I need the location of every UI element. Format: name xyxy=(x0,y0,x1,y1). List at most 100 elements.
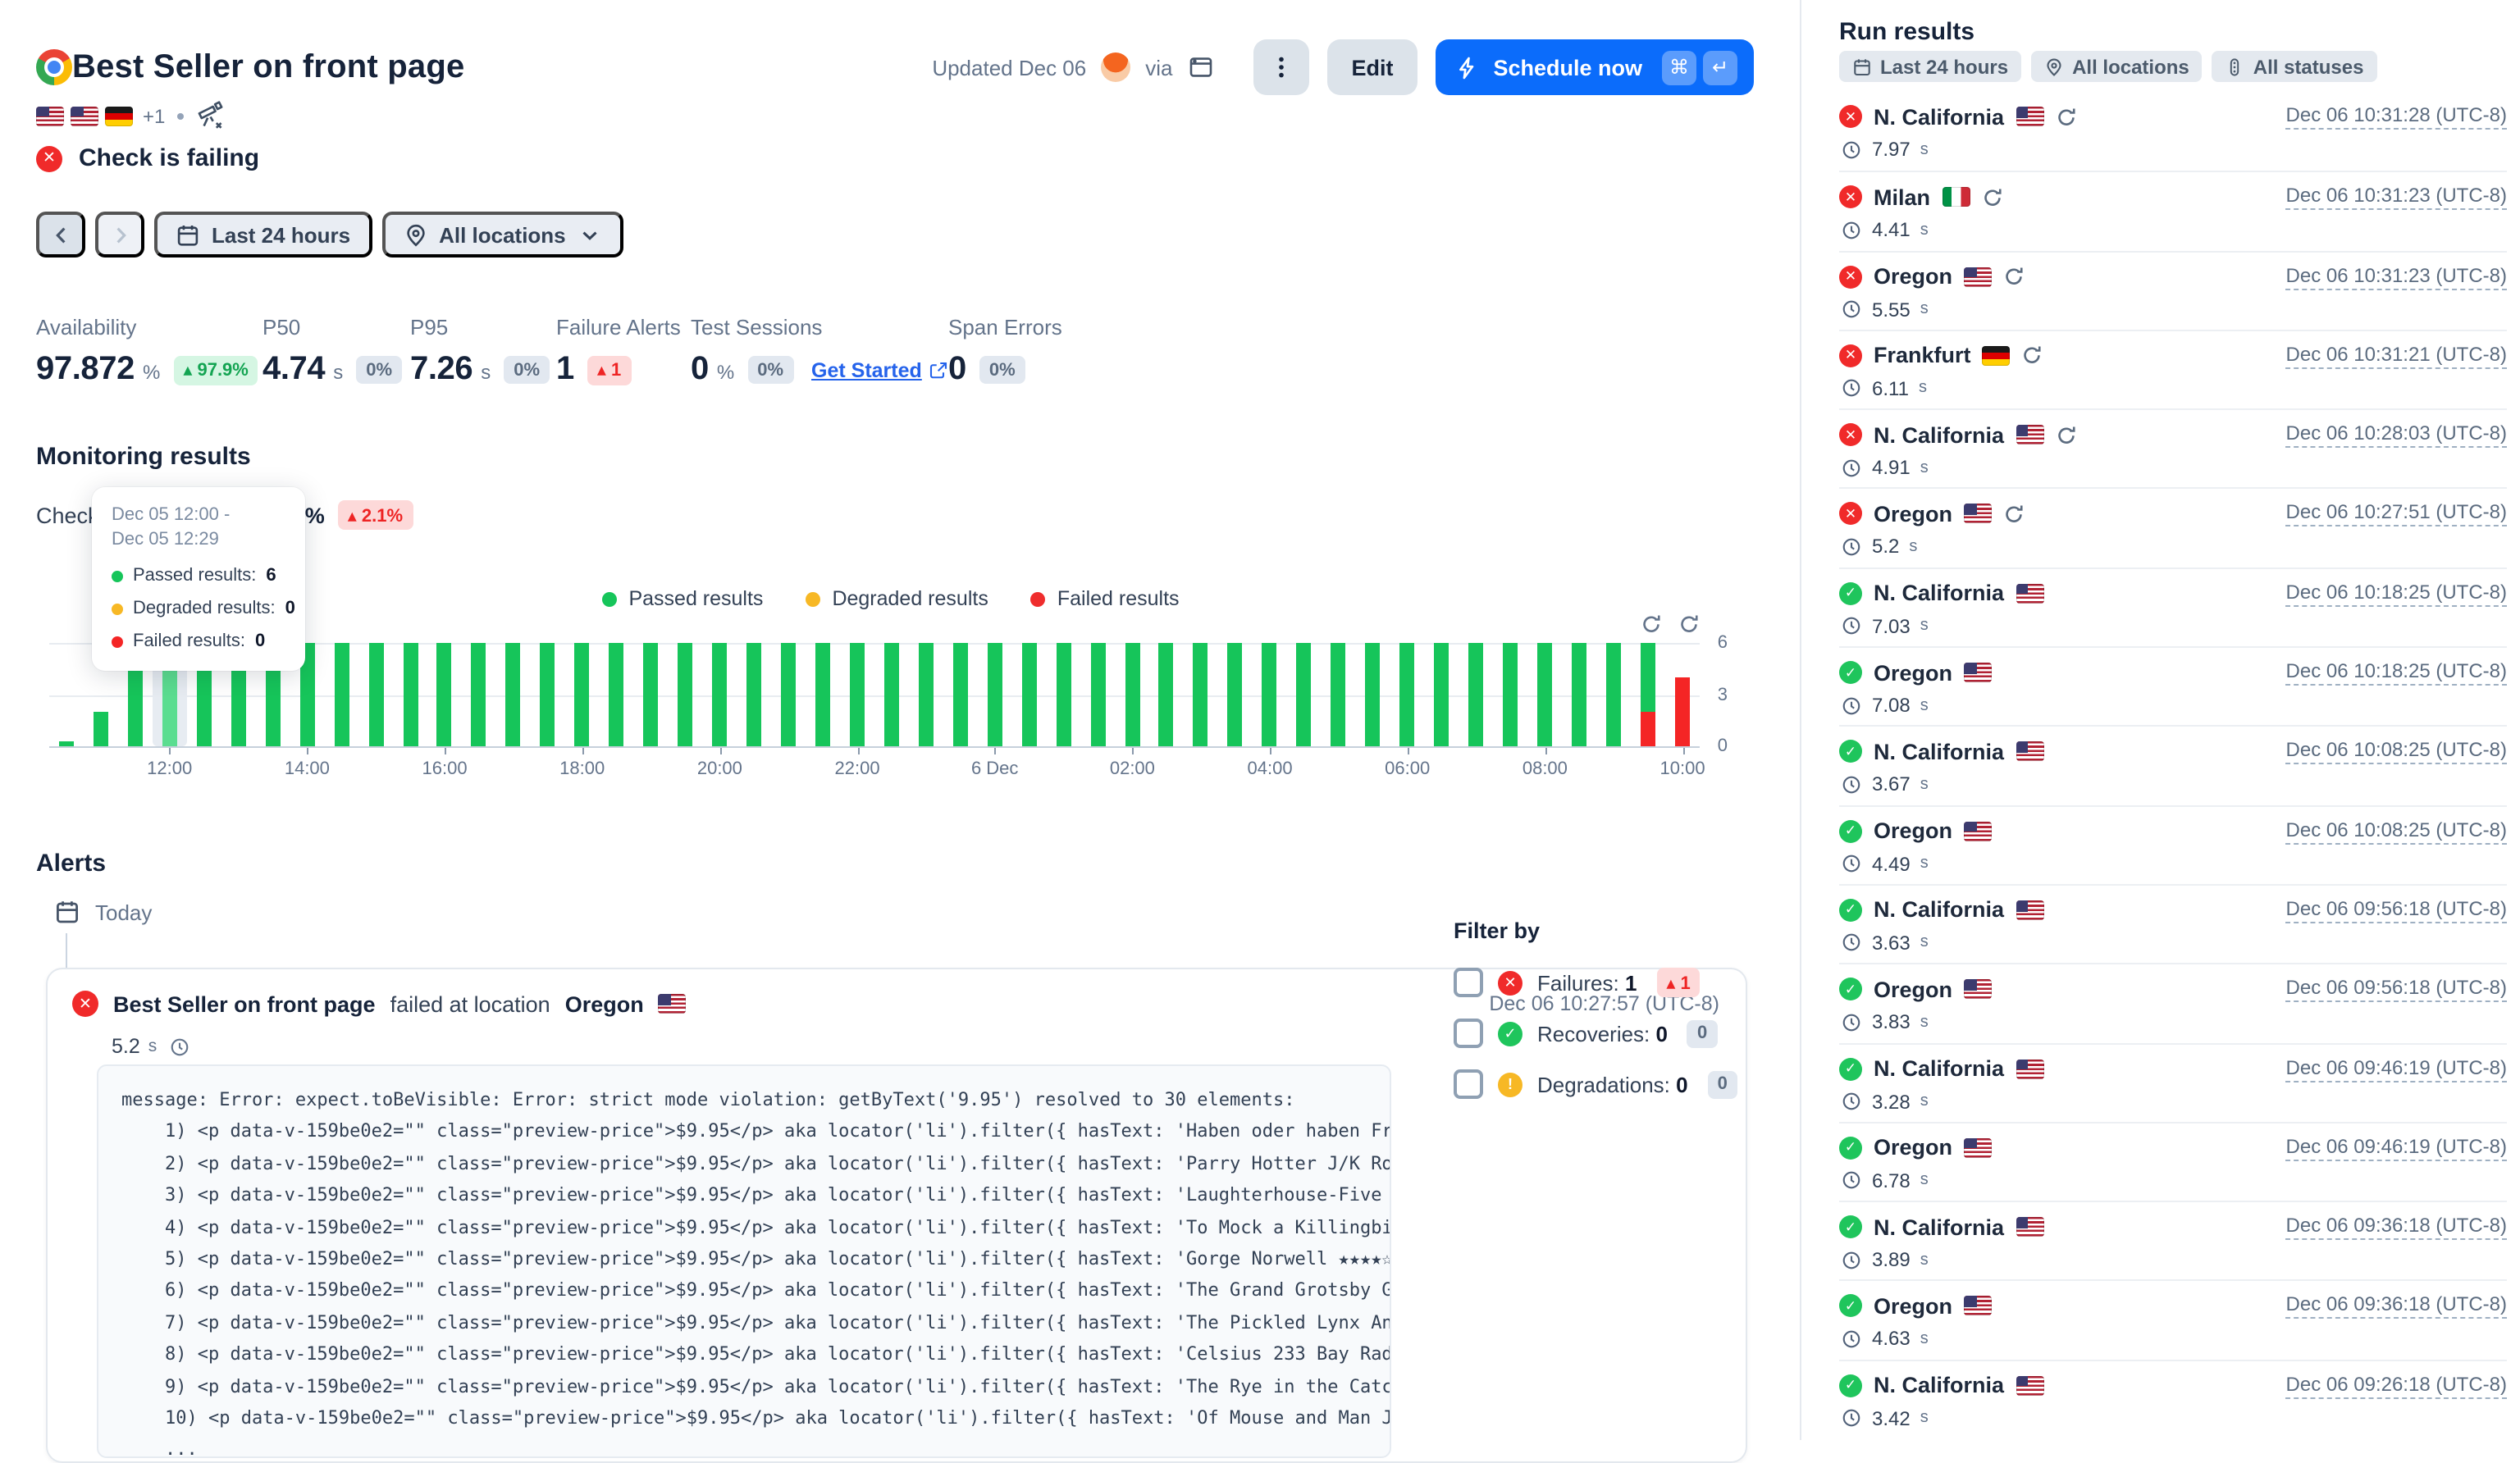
chart-bar-slot[interactable] xyxy=(1390,643,1424,746)
run-filter-pill[interactable]: All statuses xyxy=(2212,51,2377,82)
chart-bar-slot[interactable] xyxy=(1424,643,1459,746)
chart-bar-slot[interactable] xyxy=(909,643,943,746)
refresh-icon[interactable] xyxy=(1678,613,1700,635)
run-result-row[interactable]: ✓ Oregon Dec 06 09:56:18 (UTC-8) 3.83 s xyxy=(1839,964,2507,1043)
run-timestamp-link[interactable]: Dec 06 09:36:18 (UTC-8) xyxy=(2286,1214,2507,1240)
edit-button[interactable]: Edit xyxy=(1326,39,1418,95)
chart-bar-slot[interactable] xyxy=(1459,643,1493,746)
run-timestamp-link[interactable]: Dec 06 10:27:51 (UTC-8) xyxy=(2286,501,2507,527)
chart-bar-slot[interactable] xyxy=(1493,643,1527,746)
run-timestamp-link[interactable]: Dec 06 09:46:19 (UTC-8) xyxy=(2286,1055,2507,1082)
check-detail-page: Best Seller on front page Updated Dec 06… xyxy=(0,0,2520,1440)
chart-bar-slot[interactable] xyxy=(1184,643,1218,746)
run-result-row[interactable]: ✕ Frankfurt Dec 06 10:31:21 (UTC-8) 6.11… xyxy=(1839,330,2507,409)
run-filter-pill[interactable]: All locations xyxy=(2031,51,2203,82)
run-result-row[interactable]: ✓ Oregon Dec 06 09:46:19 (UTC-8) 6.78 s xyxy=(1839,1122,2507,1201)
avatar xyxy=(1101,52,1130,82)
chart-bar-slot[interactable] xyxy=(840,643,874,746)
chart-bar-slot[interactable] xyxy=(1631,643,1665,746)
chart-bar-slot[interactable] xyxy=(702,643,737,746)
run-timestamp-link[interactable]: Dec 06 10:18:25 (UTC-8) xyxy=(2286,581,2507,607)
chart-bar-slot[interactable] xyxy=(1218,643,1253,746)
chart-bar-slot[interactable] xyxy=(565,643,600,746)
get-started-link[interactable]: Get Started xyxy=(811,358,948,381)
run-timestamp-link[interactable]: Dec 06 09:56:18 (UTC-8) xyxy=(2286,977,2507,1003)
chart-bar-slot[interactable] xyxy=(427,643,462,746)
chart-bar-slot[interactable] xyxy=(1665,643,1700,746)
chart-bar-slot[interactable] xyxy=(1253,643,1287,746)
chart-bar-slot[interactable] xyxy=(496,643,531,746)
run-result-row[interactable]: ✓ Oregon Dec 06 09:36:18 (UTC-8) 4.63 s xyxy=(1839,1280,2507,1360)
checkbox[interactable] xyxy=(1454,1069,1483,1099)
chart-bar-slot[interactable] xyxy=(1562,643,1596,746)
stat-value: 7.26 xyxy=(410,351,472,389)
chart-bar-slot[interactable] xyxy=(393,643,427,746)
chart-bar-slot[interactable] xyxy=(1355,643,1390,746)
chart-bar-slot[interactable] xyxy=(49,643,84,746)
chart-bar-slot[interactable] xyxy=(806,643,840,746)
chart-bar-slot[interactable] xyxy=(1596,643,1631,746)
chart-bar-slot[interactable] xyxy=(1149,643,1184,746)
run-result-row[interactable]: ✕ N. California Dec 06 10:31:28 (UTC-8) … xyxy=(1839,92,2507,171)
chart-bar-slot[interactable] xyxy=(1046,643,1080,746)
run-filter-pill[interactable]: Last 24 hours xyxy=(1839,51,2021,82)
run-result-row[interactable]: ✓ Oregon Dec 06 10:18:25 (UTC-8) 7.08 s xyxy=(1839,646,2507,726)
run-result-row[interactable]: ✓ N. California Dec 06 09:26:18 (UTC-8) … xyxy=(1839,1360,2507,1439)
chart-bar-slot[interactable] xyxy=(977,643,1011,746)
clock-icon xyxy=(1841,1249,1862,1270)
run-result-row[interactable]: ✕ Oregon Dec 06 10:31:23 (UTC-8) 5.55 s xyxy=(1839,250,2507,330)
chart-bar-slot[interactable] xyxy=(324,643,358,746)
run-timestamp-link[interactable]: Dec 06 10:08:25 (UTC-8) xyxy=(2286,739,2507,765)
locations-filter-button[interactable]: All locations xyxy=(381,212,623,258)
chart-bar-slot[interactable] xyxy=(600,643,634,746)
run-timestamp-link[interactable]: Dec 06 10:31:21 (UTC-8) xyxy=(2286,343,2507,369)
chart-bar-slot[interactable] xyxy=(668,643,702,746)
filter-badge: 0 xyxy=(1708,1070,1737,1098)
chart-bar-slot[interactable] xyxy=(1287,643,1322,746)
run-timestamp-link[interactable]: Dec 06 10:18:25 (UTC-8) xyxy=(2286,659,2507,686)
run-location: Oregon xyxy=(1874,1136,1952,1160)
run-result-row[interactable]: ✕ N. California Dec 06 10:28:03 (UTC-8) … xyxy=(1839,408,2507,488)
run-timestamp-link[interactable]: Dec 06 10:31:28 (UTC-8) xyxy=(2286,103,2507,130)
chart-bar-slot[interactable] xyxy=(1115,643,1149,746)
run-result-row[interactable]: ✕ Milan Dec 06 10:31:23 (UTC-8) 4.41 s xyxy=(1839,171,2507,251)
run-result-row[interactable]: ✓ N. California Dec 06 10:18:25 (UTC-8) … xyxy=(1839,567,2507,647)
previous-range-button[interactable] xyxy=(36,212,85,258)
schedule-now-button[interactable]: Schedule now ⌘↵ xyxy=(1436,39,1754,95)
run-result-row[interactable]: ✓ N. California Dec 06 09:46:19 (UTC-8) … xyxy=(1839,1042,2507,1122)
legend-dot-icon xyxy=(1031,591,1046,606)
chart-bar-slot[interactable] xyxy=(1011,643,1046,746)
run-result-row[interactable]: ✓ N. California Dec 06 10:08:25 (UTC-8) … xyxy=(1839,726,2507,805)
next-range-button[interactable] xyxy=(95,212,144,258)
run-result-row[interactable]: ✕ Oregon Dec 06 10:27:51 (UTC-8) 5.2 s xyxy=(1839,488,2507,567)
chart-bar-slot[interactable] xyxy=(771,643,806,746)
run-result-row[interactable]: ✓ N. California Dec 06 09:36:18 (UTC-8) … xyxy=(1839,1201,2507,1280)
run-timestamp-link[interactable]: Dec 06 09:36:18 (UTC-8) xyxy=(2286,1293,2507,1319)
run-timestamp-link[interactable]: Dec 06 09:56:18 (UTC-8) xyxy=(2286,897,2507,923)
chart-bar-slot[interactable] xyxy=(358,643,393,746)
chart-bar-slot[interactable] xyxy=(633,643,668,746)
refresh-icon[interactable] xyxy=(1641,613,1662,635)
more-options-button[interactable] xyxy=(1253,39,1308,95)
chart-bar-slot[interactable] xyxy=(943,643,978,746)
chart-bar-slot[interactable] xyxy=(462,643,496,746)
run-timestamp-link[interactable]: Dec 06 10:08:25 (UTC-8) xyxy=(2286,818,2507,844)
run-timestamp-link[interactable]: Dec 06 09:26:18 (UTC-8) xyxy=(2286,1373,2507,1399)
run-result-row[interactable]: ✓ N. California Dec 06 09:56:18 (UTC-8) … xyxy=(1839,884,2507,964)
chart-bar-slot[interactable] xyxy=(1527,643,1562,746)
run-timestamp-link[interactable]: Dec 06 09:46:19 (UTC-8) xyxy=(2286,1135,2507,1161)
run-result-row[interactable]: ✓ Oregon Dec 06 10:08:25 (UTC-8) 4.49 s xyxy=(1839,804,2507,884)
clock-icon xyxy=(1841,536,1862,558)
chart-bar-slot[interactable] xyxy=(1322,643,1356,746)
run-timestamp-link[interactable]: Dec 06 10:31:23 (UTC-8) xyxy=(2286,263,2507,289)
run-timestamp-link[interactable]: Dec 06 10:28:03 (UTC-8) xyxy=(2286,422,2507,448)
chart-bar-slot[interactable] xyxy=(531,643,565,746)
run-timestamp-link[interactable]: Dec 06 10:31:23 (UTC-8) xyxy=(2286,185,2507,211)
chart-bar-slot[interactable] xyxy=(1080,643,1115,746)
checkbox[interactable] xyxy=(1454,968,1483,997)
checkbox[interactable] xyxy=(1454,1019,1483,1048)
chart-bar-slot[interactable] xyxy=(874,643,909,746)
time-range-button[interactable]: Last 24 hours xyxy=(154,212,372,258)
legend-item: Failed results xyxy=(1031,587,1180,610)
chart-bar-slot[interactable] xyxy=(737,643,771,746)
